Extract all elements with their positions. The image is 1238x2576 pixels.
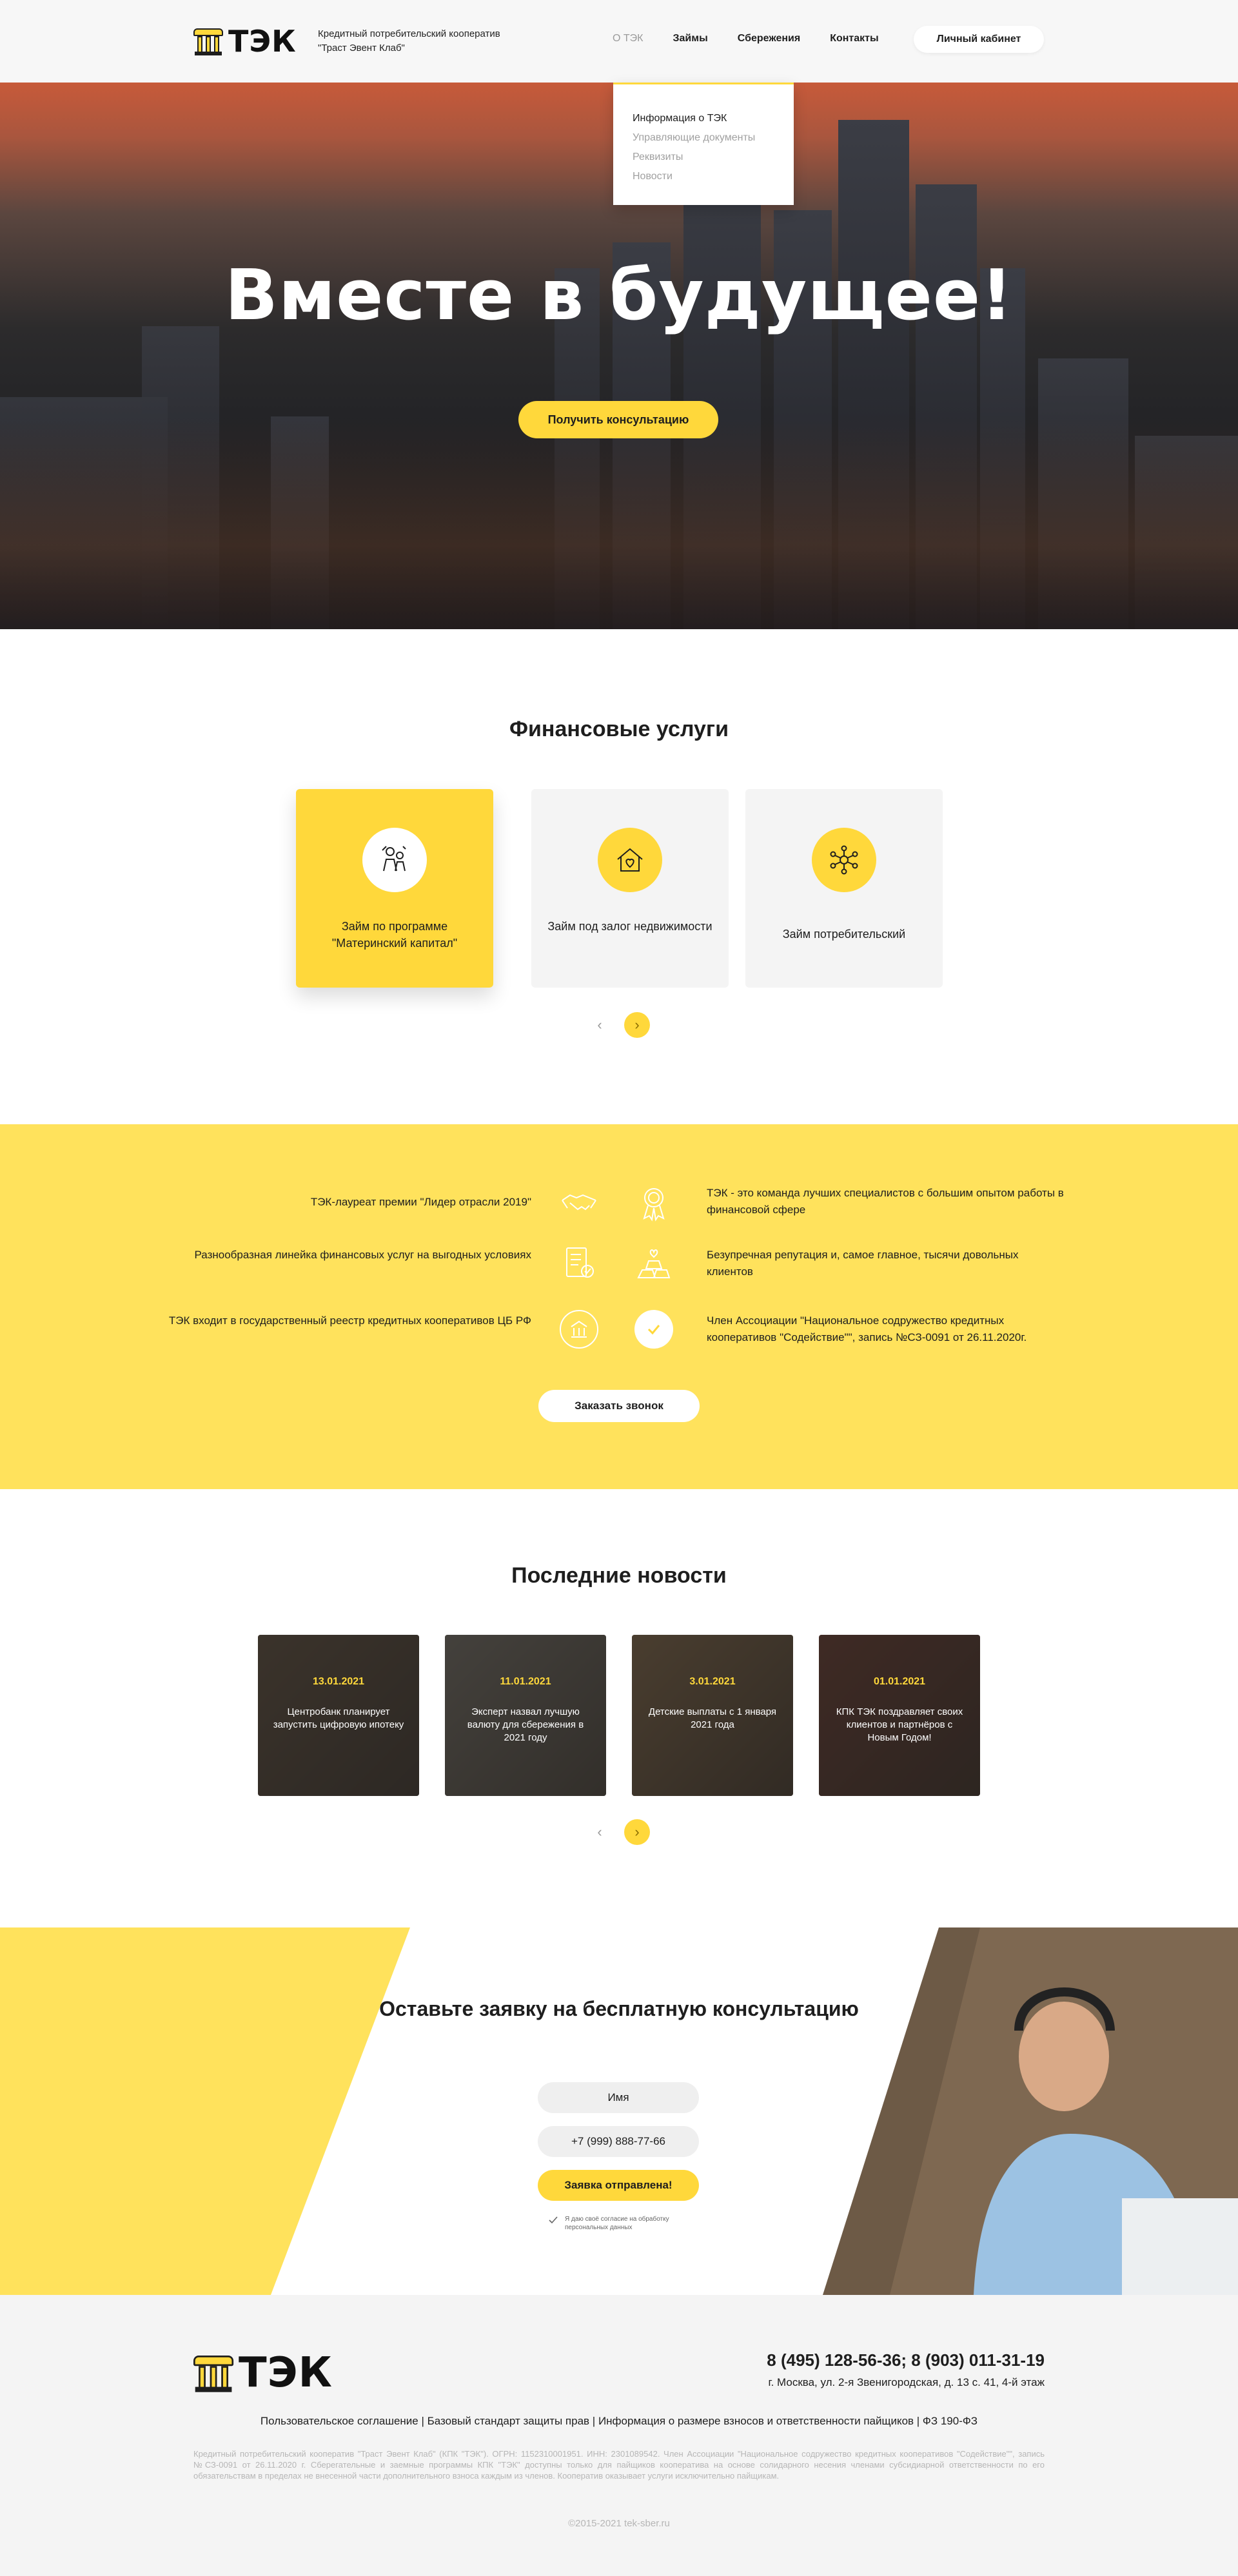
dropdown-item-info[interactable]: Информация о ТЭК — [633, 109, 794, 128]
order-call-button[interactable]: Заказать звонок — [538, 1390, 700, 1422]
news-date: 01.01.2021 — [873, 1676, 926, 1687]
news-date: 3.01.2021 — [689, 1676, 736, 1687]
consent-checkbox[interactable]: Я даю своё согласие на обработку персона… — [548, 2215, 703, 2232]
checkmark-icon — [549, 2216, 558, 2224]
dropdown-item-documents[interactable]: Управляющие документы — [633, 128, 794, 148]
site-header: ТЭК Кредитный потребительский кооператив… — [0, 0, 1238, 83]
footer-logo[interactable]: ТЭК — [193, 2349, 333, 2397]
news-card[interactable]: 3.01.2021 Детские выплаты с 1 января 202… — [632, 1635, 793, 1796]
chevron-right-icon[interactable]: › — [624, 1012, 650, 1038]
footer-address: г. Москва, ул. 2-я Звенигородская, д. 13… — [768, 2376, 1045, 2388]
nav-about[interactable]: О ТЭК — [613, 31, 643, 46]
handshake-icon — [560, 1184, 598, 1222]
people-network-icon — [812, 828, 876, 892]
columns-logo-icon — [193, 27, 223, 55]
family-icon — [362, 828, 427, 892]
columns-logo-icon — [193, 2354, 234, 2392]
service-label: Займ под залог недвижимости — [547, 920, 712, 933]
advantage-text: ТЭК-лауреат премии "Лидер отрасли 2019" — [310, 1196, 531, 1208]
advantage-row: ТЭК-лауреат премии "Лидер отрасли 2019" … — [0, 1184, 1238, 1229]
documents-icon — [560, 1244, 598, 1283]
logo-text: ТЭК — [239, 2349, 333, 2397]
about-dropdown-menu: Информация о ТЭК Управляющие документы Р… — [613, 83, 794, 205]
chevron-right-icon[interactable]: › — [624, 1819, 650, 1845]
news-date: 13.01.2021 — [312, 1676, 365, 1687]
consent-label: Я даю своё согласие на обработку персона… — [565, 2216, 669, 2231]
phone-input[interactable]: +7 (999) 888-77-66 — [538, 2126, 699, 2157]
advantage-text: Безупречная репутация и, самое главное, … — [707, 1249, 1019, 1278]
advantage-text: Разнообразная линейка финансовых услуг н… — [194, 1249, 531, 1261]
logo[interactable]: ТЭК — [193, 23, 297, 59]
advantage-row: Разнообразная линейка финансовых услуг н… — [0, 1244, 1238, 1289]
services-title: Финансовые услуги — [509, 717, 729, 741]
news-date: 11.01.2021 — [500, 1676, 551, 1687]
news-carousel-controls: ‹ › — [587, 1819, 650, 1845]
nav-contacts[interactable]: Контакты — [830, 31, 878, 46]
main-nav: О ТЭК Займы Сбережения Контакты — [613, 31, 909, 46]
service-label: Займ по программе "Материнский капитал" — [331, 920, 458, 950]
consultation-section: Оставьте заявку на бесплатную консультац… — [0, 1927, 1238, 2295]
service-label: Займ потребительский — [782, 928, 906, 941]
gold-bars-icon — [634, 1244, 673, 1283]
services-carousel-controls: ‹ › — [587, 1012, 650, 1038]
news-card[interactable]: 01.01.2021 КПК ТЭК поздравляет своих кли… — [819, 1635, 980, 1796]
site-footer: ТЭК 8 (495) 128-56-36; 8 (903) 011-31-19… — [0, 2295, 1238, 2576]
get-consultation-button[interactable]: Получить консультацию — [518, 401, 718, 438]
house-heart-icon — [598, 828, 662, 892]
company-subtitle: Кредитный потребительский кооператив "Тр… — [318, 28, 500, 54]
copyright: ©2015-2021 tek-sber.ru — [568, 2518, 670, 2529]
hero-title: Вместе в будущее! — [224, 255, 1014, 336]
footer-legal-links[interactable]: Пользовательское соглашение | Базовый ст… — [0, 2415, 1238, 2428]
footer-phones[interactable]: 8 (495) 128-56-36; 8 (903) 011-31-19 — [767, 2350, 1045, 2370]
news-headline: Детские выплаты с 1 января 2021 года — [648, 1706, 777, 1730]
service-card-consumer[interactable]: Займ потребительский — [745, 789, 943, 988]
news-headline: КПК ТЭК поздравляет своих клиентов и пар… — [836, 1706, 963, 1743]
nav-savings[interactable]: Сбережения — [738, 31, 800, 46]
service-card-maternity[interactable]: Займ по программе "Материнский капитал" — [296, 789, 493, 988]
logo-text: ТЭК — [228, 24, 297, 59]
service-card-mortgage[interactable]: Займ под залог недвижимости — [531, 789, 729, 988]
news-headline: Эксперт назвал лучшую валюту для сбереже… — [467, 1706, 584, 1743]
submit-button[interactable]: Заявка отправлена! — [538, 2170, 699, 2201]
news-card[interactable]: 11.01.2021 Эксперт назвал лучшую валюту … — [445, 1635, 606, 1796]
name-input[interactable]: Имя — [538, 2082, 699, 2113]
chevron-left-icon[interactable]: ‹ — [587, 1012, 613, 1038]
personal-cabinet-button[interactable]: Личный кабинет — [914, 26, 1044, 53]
award-icon — [634, 1184, 673, 1222]
footer-legal-text: Кредитный потребительский кооператив "Тр… — [193, 2449, 1045, 2481]
advantage-row: ТЭК входит в государственный реестр кред… — [0, 1310, 1238, 1355]
advantage-text: ТЭК входит в государственный реестр кред… — [168, 1314, 531, 1327]
news-card[interactable]: 13.01.2021 Центробанк планирует запустит… — [258, 1635, 419, 1796]
dropdown-item-news[interactable]: Новости — [633, 167, 794, 186]
advantage-text: Член Ассоциации "Национальное содружеств… — [707, 1314, 1027, 1343]
chevron-left-icon[interactable]: ‹ — [587, 1819, 613, 1845]
bank-emblem-icon — [560, 1310, 598, 1349]
news-title: Последние новости — [511, 1563, 727, 1588]
dropdown-item-requisites[interactable]: Реквизиты — [633, 148, 794, 167]
check-icon — [634, 1310, 673, 1349]
consultation-title: Оставьте заявку на бесплатную консультац… — [379, 1997, 859, 2020]
advantages-section — [0, 1124, 1238, 1489]
news-headline: Центробанк планирует запустить цифровую … — [273, 1706, 404, 1730]
nav-loans[interactable]: Займы — [673, 31, 707, 46]
advantage-text: ТЭК - это команда лучших специалистов с … — [707, 1187, 1064, 1216]
